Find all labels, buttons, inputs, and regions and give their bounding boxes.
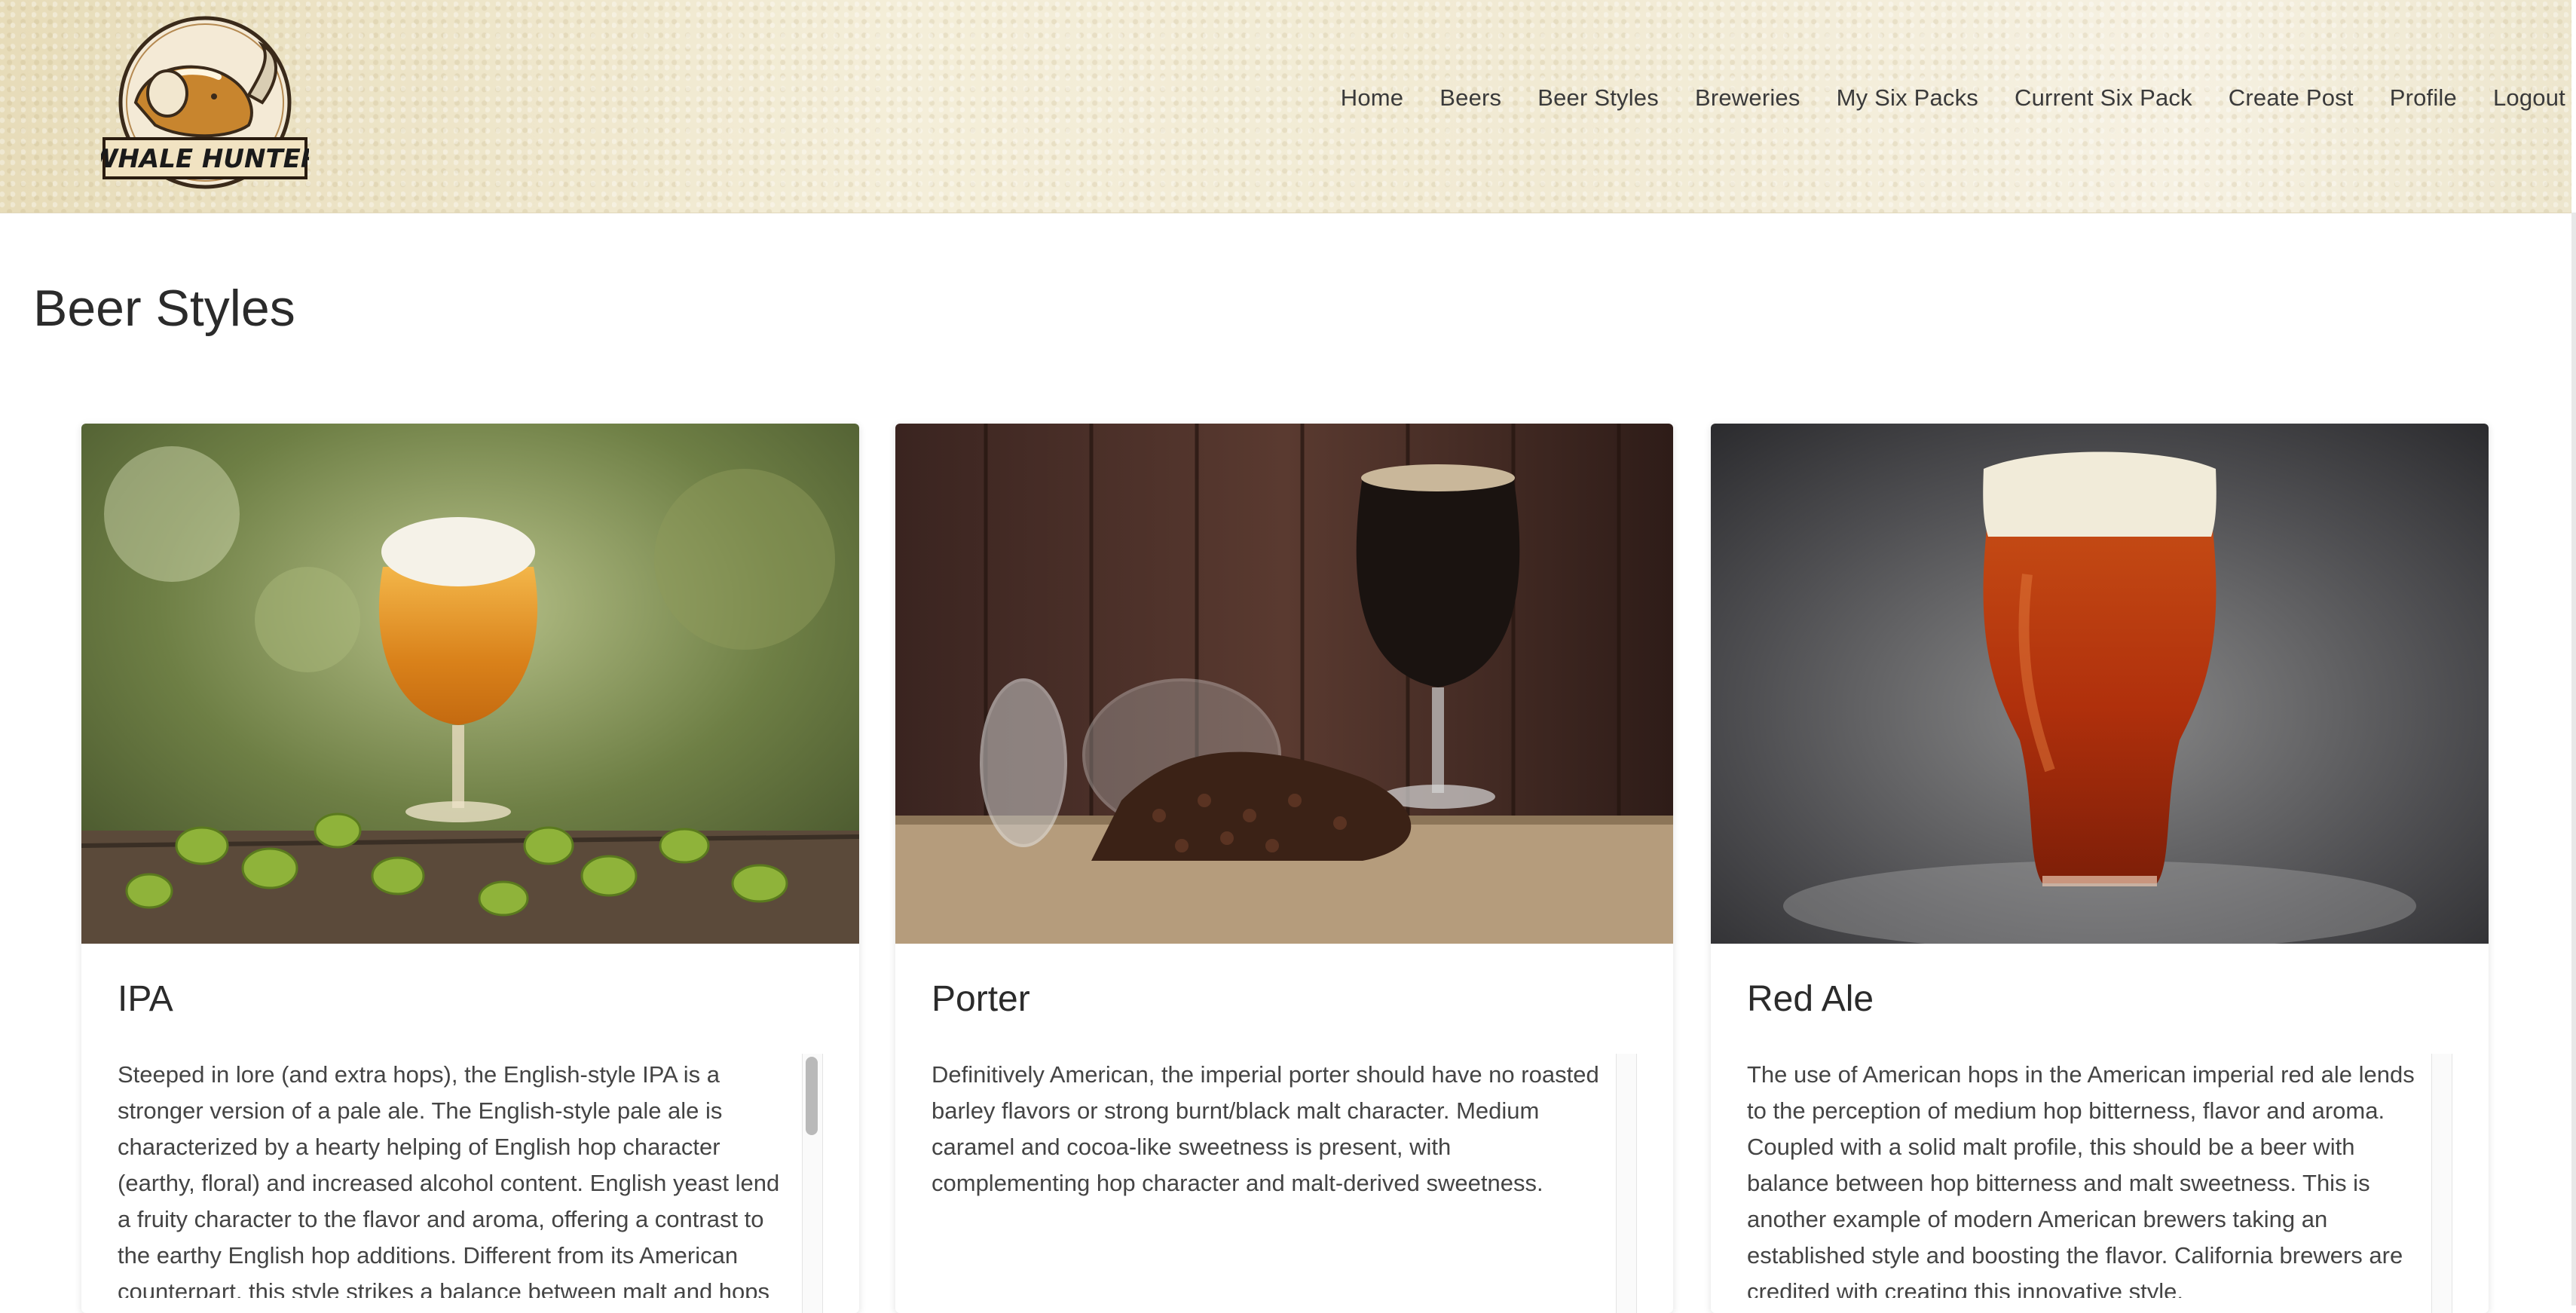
nav-my-six-packs[interactable]: My Six Packs — [1837, 84, 1978, 112]
scrollbar-thumb[interactable] — [806, 1057, 818, 1135]
nav-beers[interactable]: Beers — [1439, 84, 1501, 112]
whale-hunter-logo[interactable]: WHALE HUNTER — [101, 12, 309, 197]
scrollbar[interactable] — [802, 1054, 823, 1313]
card-description: Definitively American, the imperial port… — [932, 1061, 1599, 1196]
card-description: The use of American hops in the American… — [1747, 1061, 2415, 1298]
scrollbar[interactable] — [1616, 1054, 1637, 1313]
nav-beer-styles[interactable]: Beer Styles — [1537, 84, 1659, 112]
card-description: Steeped in lore (and extra hops), the En… — [118, 1061, 780, 1298]
card-description-scroll[interactable]: Definitively American, the imperial port… — [932, 1057, 1643, 1298]
nav-logout[interactable]: Logout — [2493, 84, 2565, 112]
card-title: Red Ale — [1747, 979, 1874, 1019]
card-description-scroll[interactable]: The use of American hops in the American… — [1747, 1057, 2458, 1298]
card-title: Porter — [932, 979, 1030, 1019]
site-header: WHALE HUNTER Home Beers Beer Styles Brew… — [0, 0, 2571, 213]
style-card-red-ale[interactable]: Red Ale The use of American hops in the … — [1711, 424, 2489, 1313]
card-title: IPA — [118, 979, 173, 1019]
style-card-ipa[interactable]: IPA Steeped in lore (and extra hops), th… — [81, 424, 859, 1313]
card-description-scroll[interactable]: Steeped in lore (and extra hops), the En… — [118, 1057, 829, 1298]
porter-image — [895, 424, 1673, 944]
nav-create-post[interactable]: Create Post — [2229, 84, 2354, 112]
red-ale-image — [1711, 424, 2489, 944]
ipa-image — [81, 424, 859, 944]
scrollbar[interactable] — [2431, 1054, 2452, 1313]
page-title: Beer Styles — [33, 280, 295, 337]
nav-breweries[interactable]: Breweries — [1695, 84, 1800, 112]
page-edge — [2571, 213, 2576, 1305]
nav-current-six-pack[interactable]: Current Six Pack — [2015, 84, 2192, 112]
logo-text: WHALE HUNTER — [101, 144, 309, 174]
nav-profile[interactable]: Profile — [2390, 84, 2457, 112]
nav-home[interactable]: Home — [1341, 84, 1404, 112]
main-nav: Home Beers Beer Styles Breweries My Six … — [1305, 84, 2565, 112]
style-card-porter[interactable]: Porter Definitively American, the imperi… — [895, 424, 1673, 1313]
